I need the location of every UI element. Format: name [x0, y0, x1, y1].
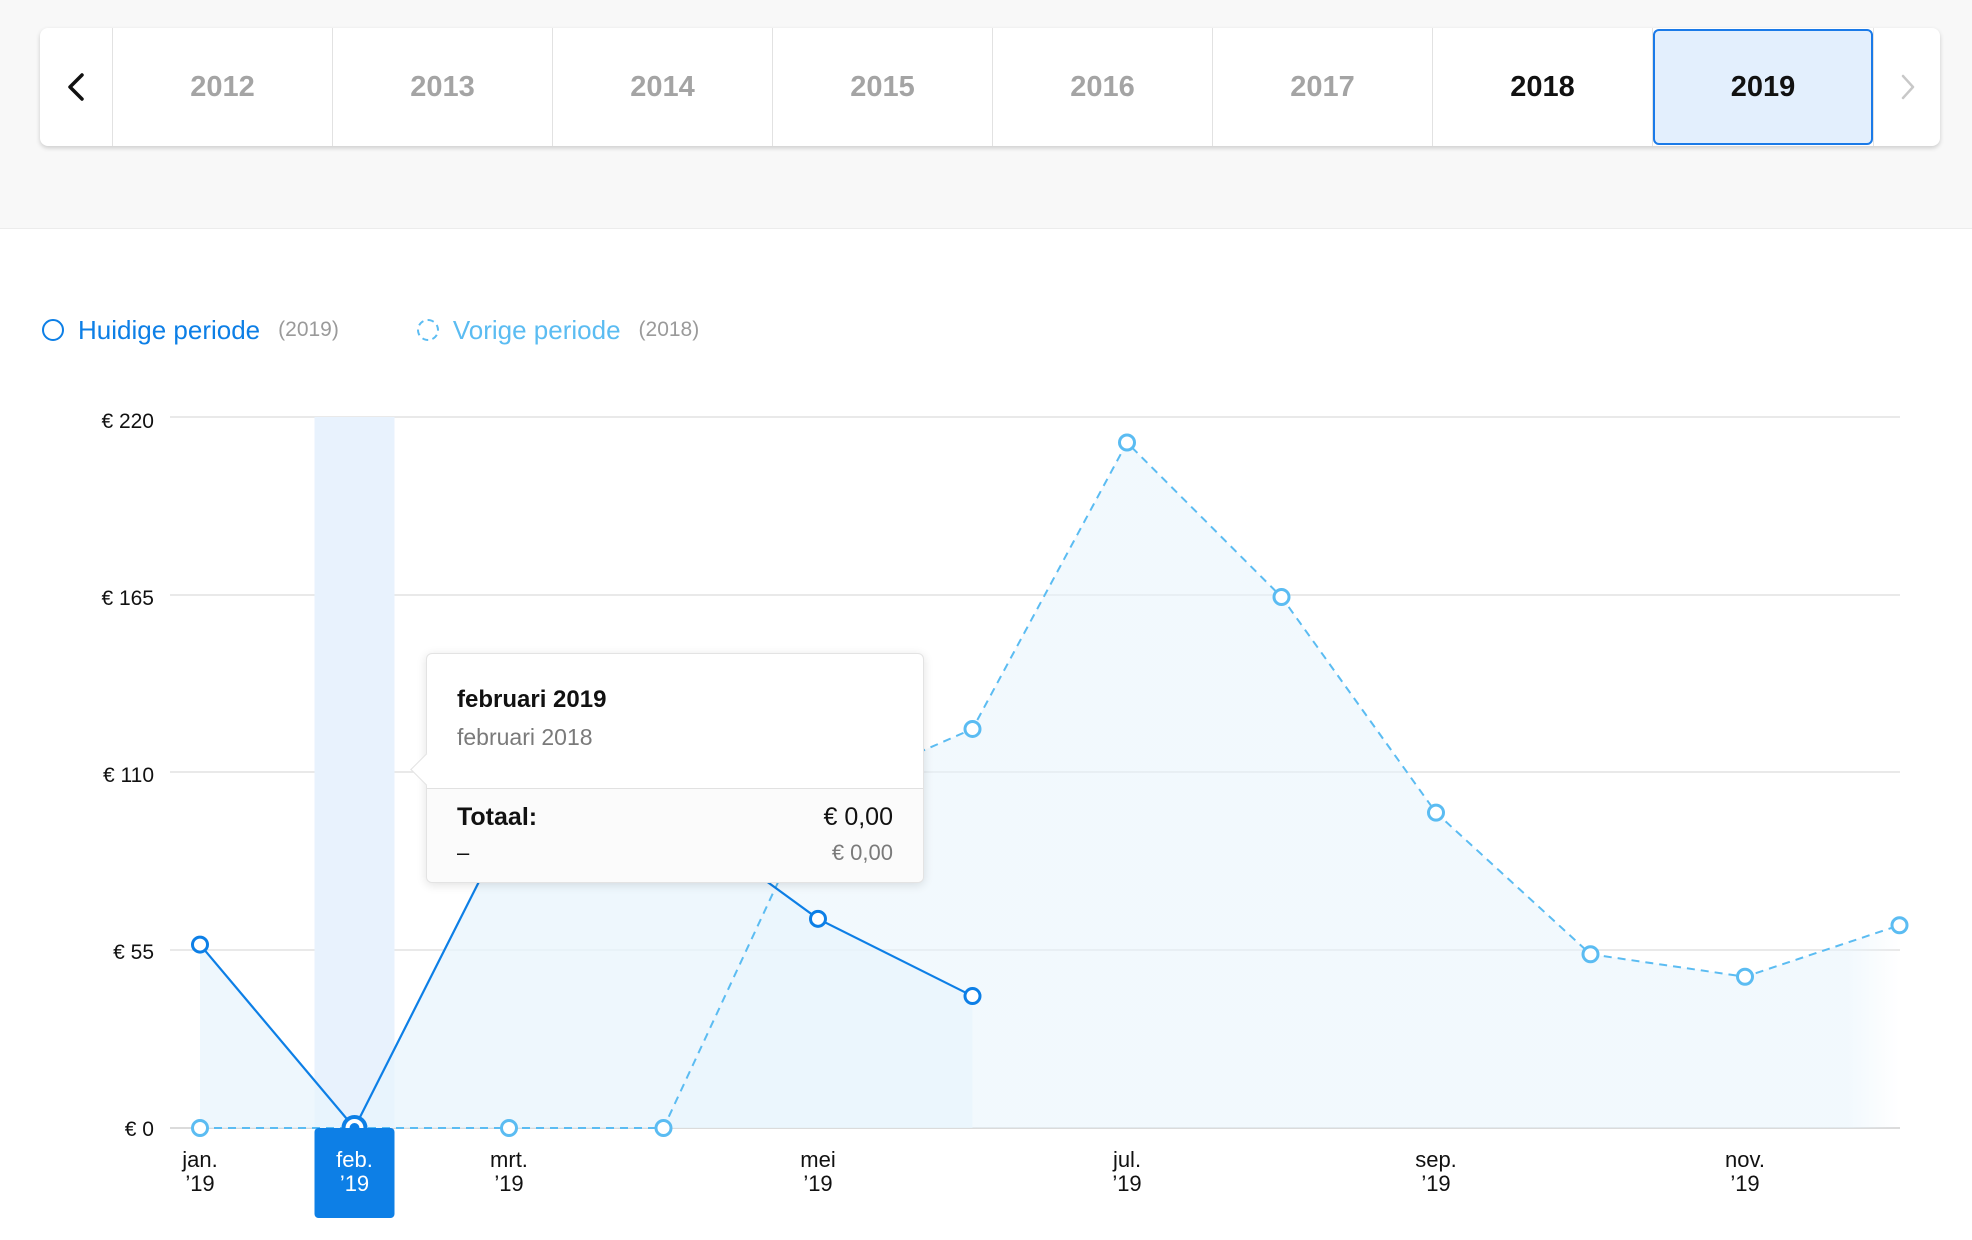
solid-circle-icon — [42, 319, 64, 341]
x-tick-label-year: ’19 — [494, 1171, 523, 1196]
previous-period-point — [963, 719, 982, 738]
x-tick-label-year: ’19 — [803, 1171, 832, 1196]
year-tab-2015[interactable]: 2015 — [773, 28, 993, 146]
chevron-left-icon — [68, 73, 84, 101]
tooltip-previous-value: € 0,00 — [831, 840, 893, 865]
previous-period-point — [500, 1119, 518, 1137]
x-tick-label-month: sep. — [1415, 1147, 1457, 1172]
previous-period-point — [1736, 967, 1754, 986]
legend-current-year: (2019) — [278, 318, 339, 341]
tooltip-total-label: Totaal: — [457, 803, 538, 831]
year-tab-2018[interactable]: 2018 — [1433, 28, 1653, 146]
y-tick-label: € 110 — [103, 764, 154, 787]
current-period-point — [963, 987, 982, 1006]
y-tick-label: € 0 — [125, 1118, 154, 1141]
dashed-circle-icon — [416, 319, 439, 341]
previous-period-point — [191, 1119, 209, 1137]
year-selector: 2012 2013 2014 2015 2016 2017 2018 2019 — [40, 28, 1940, 146]
legend-previous-label: Vorige periode — [452, 314, 621, 345]
year-tab-2017[interactable]: 2017 — [1213, 28, 1433, 146]
tooltip-previous-row: – € 0,00 — [457, 840, 893, 866]
legend-previous-year: (2018) — [638, 318, 700, 341]
y-tick-label: € 220 — [101, 410, 154, 433]
tooltip-header: februari 2019 februari 2018 — [427, 654, 923, 789]
legend-item-current[interactable]: Huidige periode (2019) — [42, 315, 339, 346]
legend-item-previous[interactable]: Vorige periode (2018) — [416, 314, 700, 346]
x-tick-label-year: ’19 — [1112, 1171, 1141, 1196]
x-tick-label-month: feb. — [336, 1147, 373, 1172]
previous-period-point — [654, 1119, 673, 1137]
tooltip-title: februari 2019 — [457, 686, 607, 713]
previous-period-point — [1581, 945, 1600, 964]
previous-period-point — [1427, 803, 1445, 822]
x-tick-label-month: jul. — [1112, 1147, 1141, 1172]
y-tick-label: € 55 — [113, 941, 154, 964]
chevron-right-icon — [1901, 74, 1915, 100]
x-tick-label-month: nov. — [1725, 1147, 1765, 1172]
year-tab-2016[interactable]: 2016 — [993, 28, 1213, 146]
tooltip-previous-label: – — [457, 840, 470, 865]
y-tick-label: € 165 — [101, 587, 154, 610]
year-tab-2014[interactable]: 2014 — [553, 28, 773, 146]
previous-years-button[interactable] — [40, 28, 113, 146]
x-tick-label-month: jan. — [181, 1147, 217, 1172]
x-tick-label-year: ’19 — [1730, 1171, 1759, 1196]
tooltip-total-row: Totaal: € 0,00 — [457, 803, 893, 832]
selected-month-highlight — [314, 417, 395, 1128]
year-tab-2013[interactable]: 2013 — [333, 28, 553, 146]
year-tab-2012[interactable]: 2012 — [113, 28, 333, 146]
current-period-point — [809, 909, 827, 928]
year-tab-2019[interactable]: 2019 — [1653, 29, 1873, 145]
x-tick-label-month: mrt. — [490, 1147, 528, 1172]
previous-period-point — [1890, 916, 1909, 935]
chart-tooltip: februari 2019 februari 2018 Totaal: € 0,… — [410, 653, 924, 883]
x-tick-label-year: ’19 — [1421, 1171, 1450, 1196]
tooltip-subtitle: februari 2018 — [457, 724, 593, 750]
x-tick-label-year: ’19 — [340, 1171, 369, 1196]
x-tick-label-month: mei — [800, 1147, 835, 1172]
x-tick-label-year: ’19 — [185, 1171, 214, 1196]
line-chart: € 0€ 55€ 110€ 165€ 220 jan.’19feb.’19mrt… — [101, 410, 1909, 1218]
tooltip-total-value: € 0,00 — [823, 803, 893, 831]
previous-period-point — [1272, 588, 1291, 606]
current-period-point — [191, 935, 209, 954]
previous-period-point — [1118, 433, 1136, 452]
legend-current-label: Huidige periode — [78, 314, 261, 345]
next-years-button[interactable] — [1873, 28, 1940, 146]
year-selector-band: 2012 2013 2014 2015 2016 2017 2018 2019 — [0, 0, 1972, 229]
tooltip-body: Totaal: € 0,00 – € 0,00 — [427, 789, 923, 882]
chart-legend: Huidige periode (2019) Vorige periode (2… — [42, 310, 699, 350]
